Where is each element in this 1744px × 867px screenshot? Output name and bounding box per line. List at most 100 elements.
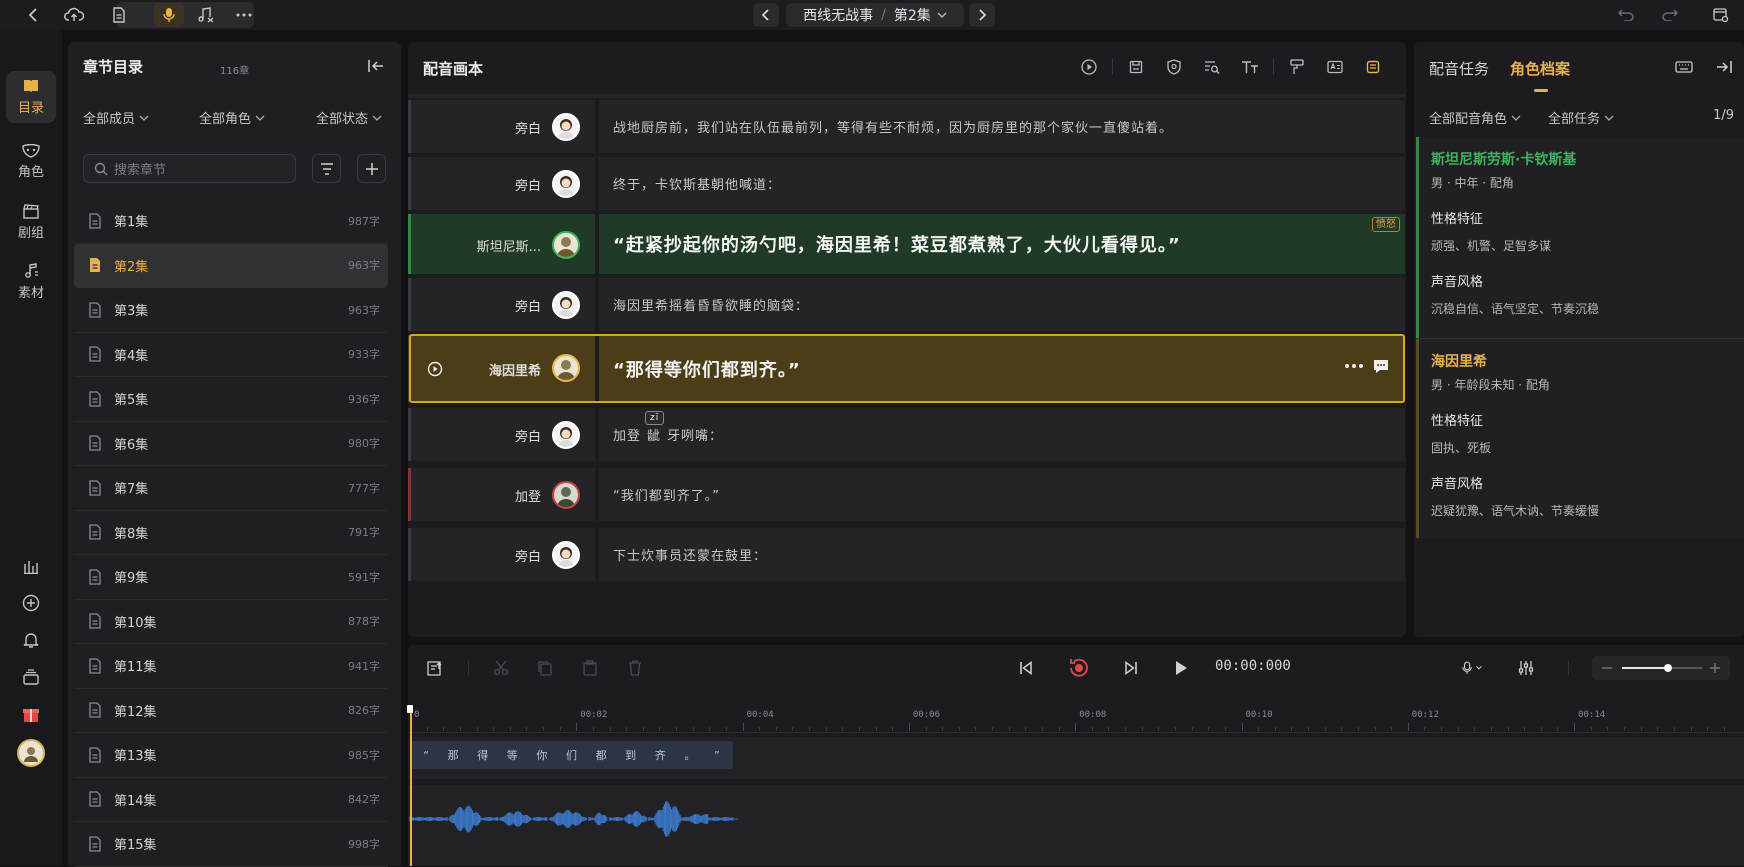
chapter-item[interactable]: 第1集 987字	[74, 199, 388, 244]
narrator-avatar[interactable]	[552, 113, 580, 141]
stats-icon[interactable]	[19, 554, 43, 578]
filter-tasks[interactable]: 全部任务	[1548, 108, 1614, 127]
chapter-item[interactable]: 第6集 980字	[74, 422, 388, 466]
tab-role-profiles[interactable]: 角色档案	[1510, 58, 1570, 79]
audio-waveform[interactable]	[408, 785, 748, 866]
redo-icon[interactable]	[1660, 5, 1680, 25]
shield-icon[interactable]	[1155, 56, 1193, 78]
add-chapter-button[interactable]	[357, 154, 386, 183]
music-off-icon[interactable]	[196, 5, 216, 25]
filter-status[interactable]: 全部状态	[316, 108, 382, 127]
filter-roles[interactable]: 全部角色	[199, 108, 265, 127]
playhead[interactable]	[410, 709, 412, 866]
project-title[interactable]: 西线无战事 / 第2集	[786, 3, 964, 27]
chapter-item[interactable]: 第14集 842字	[74, 778, 388, 822]
role-cell[interactable]: 旁白	[408, 157, 595, 210]
line-text[interactable]: “赶紧抄起你的汤勺吧，海因里希！菜豆都煮熟了，大伙儿看得见。”	[599, 214, 1405, 274]
role-card[interactable]: 海因里希 男 · 年龄段未知 · 配角 性格特征 固执、死板 声音风格 迟疑犹豫…	[1416, 339, 1744, 538]
line-text[interactable]: 终于，卡钦斯基朝他喊道：	[599, 157, 1405, 210]
tab-dubbing-tasks[interactable]: 配音任务	[1429, 58, 1489, 79]
nav-roles[interactable]: 角色	[6, 136, 56, 188]
role-cell[interactable]: 加登	[408, 468, 595, 521]
pinyin-char[interactable]: zī 龇	[645, 411, 665, 444]
zoom-out-icon[interactable]	[1600, 661, 1614, 675]
font-size-icon[interactable]	[1231, 56, 1269, 78]
character-avatar[interactable]	[552, 231, 580, 259]
line-text[interactable]: “那得等你们都到齐。”	[599, 335, 1405, 402]
script-row[interactable]: 旁白 海因里希摇着昏昏欲睡的脑袋：	[408, 276, 1406, 333]
delete-icon[interactable]	[624, 657, 646, 679]
import-icon[interactable]	[424, 657, 446, 679]
script-row[interactable]: 旁白 终于，卡钦斯基朝他喊道：	[408, 155, 1406, 212]
mixer-icon[interactable]	[1515, 657, 1537, 679]
chapter-search-input[interactable]: 搜索章节	[83, 154, 296, 183]
copy-icon[interactable]	[534, 657, 556, 679]
skip-forward-icon[interactable]	[1120, 657, 1142, 679]
role-cell[interactable]: 旁白	[408, 528, 595, 581]
role-cell[interactable]: 旁白	[408, 278, 595, 331]
record-button[interactable]	[1066, 655, 1092, 681]
collapse-panel-icon[interactable]	[366, 56, 386, 76]
narrator-avatar[interactable]	[552, 170, 580, 198]
skip-back-icon[interactable]	[1015, 657, 1037, 679]
role-cell[interactable]: 斯坦尼斯...	[408, 214, 595, 274]
role-cell[interactable]: 海因里希	[408, 335, 595, 402]
save-icon[interactable]	[1117, 56, 1155, 78]
next-episode-button[interactable]	[969, 3, 995, 27]
nav-crew[interactable]: 剧组	[6, 196, 56, 248]
line-text[interactable]: “我们都到齐了。”	[599, 468, 1405, 521]
settings-panel-icon[interactable]	[1711, 5, 1731, 25]
layers-icon[interactable]	[19, 665, 43, 689]
comment-icon[interactable]	[1372, 358, 1390, 374]
prev-episode-button[interactable]	[753, 3, 779, 27]
id-card-icon[interactable]	[1316, 56, 1354, 78]
script-row-active-green[interactable]: 斯坦尼斯... “赶紧抄起你的汤勺吧，海因里希！菜豆都煮熟了，大伙儿看得见。” …	[408, 212, 1406, 276]
chapter-item[interactable]: 第3集 963字	[74, 288, 388, 333]
character-avatar[interactable]	[552, 354, 580, 382]
zoom-handle[interactable]	[1664, 664, 1672, 672]
narrator-avatar[interactable]	[552, 291, 580, 319]
role-cell[interactable]: 旁白	[408, 100, 595, 153]
chapter-item-active[interactable]: 第2集 963字	[74, 243, 388, 288]
script-row-selected[interactable]: 海因里希 “那得等你们都到齐。”	[408, 333, 1406, 404]
role-card[interactable]: 斯坦尼斯劳斯·卡钦斯基 男 · 中年 · 配角 性格特征 顽强、机警、足智多谋 …	[1416, 137, 1744, 338]
chapter-item[interactable]: 第12集 826字	[74, 689, 388, 733]
annotation-icon[interactable]	[1354, 56, 1392, 78]
filter-dub-roles[interactable]: 全部配音角色	[1429, 108, 1521, 127]
nav-assets[interactable]: 素材	[6, 256, 56, 308]
filter-members[interactable]: 全部成员	[83, 108, 149, 127]
play-icon[interactable]	[1170, 657, 1192, 679]
chapter-item[interactable]: 第11集 941字	[74, 644, 388, 689]
line-text[interactable]: 下士炊事员还蒙在鼓里：	[599, 528, 1405, 581]
microphone-select[interactable]	[1462, 657, 1484, 679]
chapter-item[interactable]: 第10集 878字	[74, 600, 388, 644]
find-text-icon[interactable]	[1193, 56, 1231, 78]
script-row[interactable]: 旁白 战地厨房前，我们站在队伍最前列，等得有些不耐烦，因为厨房里的那个家伙一直傻…	[408, 98, 1406, 155]
bell-icon[interactable]	[19, 628, 43, 652]
play-line-icon[interactable]	[427, 361, 443, 377]
more-icon[interactable]	[234, 5, 254, 25]
nav-directory[interactable]: 目录	[6, 71, 56, 123]
collapse-right-icon[interactable]	[1714, 57, 1734, 77]
add-circle-icon[interactable]	[19, 591, 43, 615]
user-avatar[interactable]	[17, 739, 45, 767]
sort-button[interactable]	[312, 154, 341, 183]
format-brush-icon[interactable]	[1278, 56, 1316, 78]
cloud-upload-icon[interactable]	[64, 5, 84, 25]
narrator-avatar[interactable]	[552, 421, 580, 449]
more-options-icon[interactable]	[1344, 363, 1364, 369]
microphone-button[interactable]	[154, 3, 184, 27]
chapter-item[interactable]: 第13集 985字	[74, 733, 388, 778]
line-text[interactable]: 加登 zī 龇 牙咧嘴：	[599, 408, 1405, 461]
chapter-item[interactable]: 第5集 936字	[74, 377, 388, 422]
narrator-avatar[interactable]	[552, 541, 580, 569]
role-cell[interactable]: 旁白	[408, 408, 595, 461]
chapter-item[interactable]: 第9集 591字	[74, 555, 388, 600]
time-ruler[interactable]: 0 00:02 00:04 00:06 00:08 00:10 00:12 00:14	[408, 707, 1744, 733]
chapter-item[interactable]: 第15集 998字	[74, 822, 388, 867]
chapter-item[interactable]: 第7集 777字	[74, 466, 388, 511]
gift-icon[interactable]	[19, 702, 43, 726]
back-icon[interactable]	[24, 5, 44, 25]
zoom-in-icon[interactable]	[1708, 661, 1722, 675]
paste-icon[interactable]	[579, 657, 601, 679]
